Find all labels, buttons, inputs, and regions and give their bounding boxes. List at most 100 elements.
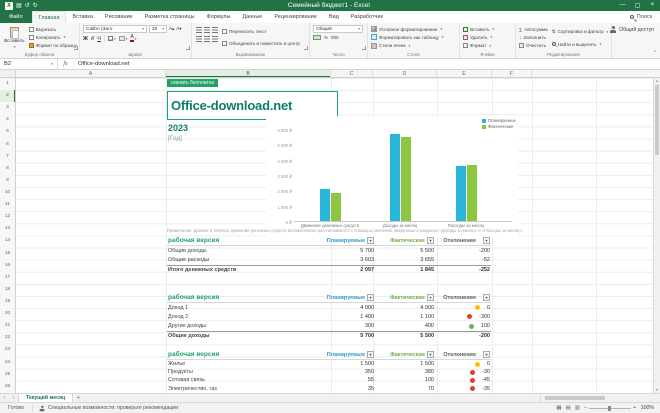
ribbon-tab-Вставка[interactable]: Вставка (66, 11, 98, 23)
row-header-17[interactable]: 17 (0, 272, 15, 284)
align-left-icon[interactable] (196, 35, 202, 42)
hscroll-thumb[interactable] (545, 396, 605, 400)
page-layout-view-icon[interactable]: ▤ (566, 405, 571, 411)
row-header-11[interactable]: 11 (0, 199, 15, 211)
increase-font-icon[interactable]: А▴ (169, 25, 174, 33)
ribbon-tab-Рецензирование[interactable]: Рецензирование (268, 11, 322, 23)
sheet-tab-current-month[interactable]: Текущий месяц (18, 394, 74, 402)
table-row[interactable]: Продукты 350 380 -30 (167, 368, 491, 376)
horizontal-scrollbar[interactable] (540, 394, 660, 402)
row-header-10[interactable]: 10 (0, 187, 15, 199)
close-button[interactable]: × (645, 2, 660, 9)
font-name-select[interactable]: Calibri (Заго ▾ (83, 25, 147, 33)
column-header-C[interactable]: C (331, 70, 373, 77)
font-color-button[interactable]: А ▾ (130, 35, 137, 42)
align-right-icon[interactable] (212, 35, 218, 42)
cell-styles-button[interactable]: Стили ячеек ▾ (371, 42, 457, 49)
conditional-formatting-button[interactable]: Условное форматирование ▾ (371, 26, 457, 33)
merge-center-button[interactable]: Объединить и поместить в центре▾ (222, 41, 300, 47)
ribbon-tab-Разработчик[interactable]: Разработчик (345, 11, 389, 23)
insert-cells-button[interactable]: Вставить ▾ (463, 26, 513, 32)
fill-button[interactable]: ↓ Заполнить (519, 35, 548, 40)
filter-dropdown-icon[interactable]: ▾ (427, 237, 434, 244)
row-header-22[interactable]: 22 (0, 332, 15, 344)
row-header-2[interactable]: 2 (0, 90, 15, 103)
table-row[interactable]: Общие доходы 5 700 5 500 -200 (167, 246, 491, 256)
row-header-18[interactable]: 18 (0, 284, 15, 296)
scroll-down-icon[interactable]: ▼ (654, 387, 660, 393)
select-all-corner[interactable] (0, 70, 16, 77)
row-header-4[interactable]: 4 (0, 114, 15, 126)
decrease-font-icon[interactable]: А▾ (176, 25, 181, 33)
row-header-21[interactable]: 21 (0, 320, 15, 332)
row-header-1[interactable]: 1 (0, 78, 15, 90)
borders-button[interactable]: ▾ (107, 36, 116, 41)
zoom-in-icon[interactable]: + (633, 405, 636, 411)
budget-chart[interactable]: Планируемые Фактические 6 000 ₽ 5 000 ₽ 4 0… (266, 116, 518, 238)
sheet-nav-left-icon[interactable]: ‹ (0, 394, 9, 402)
dialog-launcher-icon[interactable] (74, 46, 78, 50)
italic-button[interactable]: К (91, 36, 94, 42)
zoom-slider[interactable]: − + (584, 405, 636, 411)
zoom-out-icon[interactable]: − (584, 405, 587, 411)
fill-color-button[interactable]: ▾ (118, 36, 127, 41)
wrap-text-button[interactable]: Переносить текст (222, 28, 300, 34)
row-header-9[interactable]: 9 (0, 175, 15, 187)
add-sheet-button[interactable]: + (73, 394, 83, 402)
autosum-button[interactable]: ∑ Автосумма (519, 27, 548, 32)
format-as-table-button[interactable]: Форматировать как таблицу ▾ (371, 34, 457, 41)
align-center-icon[interactable] (204, 35, 210, 42)
row-header-25[interactable]: 25 (0, 369, 15, 381)
formula-input[interactable]: Office-download.net (74, 61, 660, 67)
column-header-D[interactable]: D (373, 70, 437, 77)
ribbon-tab-Разметка страницы[interactable]: Разметка страницы (139, 11, 201, 23)
table-row[interactable]: Сотовая связь 55 100 -45 (167, 376, 491, 384)
save-icon[interactable]: ▤ (16, 2, 22, 9)
table-row[interactable]: Электричество, газ 35 70 -35 (167, 385, 491, 393)
year-placeholder-cell[interactable]: [Год] (168, 135, 182, 142)
ribbon-tab-Рисование[interactable]: Рисование (99, 11, 139, 23)
zoom-knob[interactable] (607, 405, 611, 411)
file-tab[interactable]: Файл (0, 11, 32, 23)
filter-dropdown-icon[interactable]: ▾ (483, 237, 490, 244)
format-painter-button[interactable]: Формат по образцу (28, 43, 77, 49)
ribbon-tab-Вид[interactable]: Вид (323, 11, 345, 23)
filter-dropdown-icon[interactable]: ▾ (367, 294, 374, 301)
filter-dropdown-icon[interactable]: ▾ (367, 237, 374, 244)
spreadsheet-grid[interactable]: 1 2 3 4 5 6 7 8 9 10 11 12 13 14 15 16 17 18 19 20 21 22 23 24 2… (0, 78, 660, 393)
dialog-launcher-icon[interactable] (362, 46, 366, 50)
page-break-view-icon[interactable]: ▥ (575, 405, 580, 411)
filter-dropdown-icon[interactable]: ▾ (427, 351, 434, 358)
scrollbar-thumb[interactable] (655, 85, 659, 155)
table-row[interactable]: Общие доходы 5 700 5 500 -200 (167, 330, 491, 340)
maximize-button[interactable]: ▢ (630, 2, 645, 9)
row-header-3[interactable]: 3 (0, 102, 15, 114)
ribbon-tab-Данные[interactable]: Данные (236, 11, 268, 23)
redo-icon[interactable]: ↻ (33, 2, 38, 9)
row-header-8[interactable]: 8 (0, 163, 15, 175)
ribbon-tab-Главная[interactable]: Главная (31, 11, 67, 23)
table-row[interactable]: Доход 2 1 400 1 100 -300 (167, 312, 491, 321)
column-header-A[interactable]: A (16, 70, 166, 77)
format-cells-button[interactable]: Формат ▾ (463, 43, 513, 49)
font-size-select[interactable]: 20 ▾ (149, 25, 167, 33)
filter-dropdown-icon[interactable]: ▾ (483, 294, 490, 301)
filter-dropdown-icon[interactable]: ▾ (483, 351, 490, 358)
row-header-20[interactable]: 20 (0, 308, 15, 320)
number-format-select[interactable]: Общий ▾ (313, 25, 363, 33)
currency-format-icon[interactable] (313, 35, 321, 40)
search-box[interactable]: Поиск (629, 14, 652, 20)
percent-format-icon[interactable]: % (324, 35, 328, 40)
year-cell[interactable]: 2023 (168, 123, 188, 133)
insert-function-icon[interactable]: fx (58, 61, 74, 67)
table-row[interactable]: Жилье 1 500 1 500 0 (167, 360, 491, 368)
ribbon-tab-Формулы[interactable]: Формулы (201, 11, 237, 23)
accessibility-status[interactable]: Специальные возможности: проверьте реком… (32, 404, 178, 412)
table-row[interactable]: Другие доходы 300 400 100 (167, 322, 491, 331)
comma-format-icon[interactable]: 000 (331, 35, 339, 40)
cut-button[interactable]: Вырезать (28, 26, 77, 32)
share-button[interactable]: Общий доступ (610, 26, 654, 33)
clear-button[interactable]: Очистить (519, 43, 548, 49)
delete-cells-button[interactable]: Удалить ▾ (463, 34, 513, 40)
table-row[interactable]: Итого денежных средств 2 097 1 845 -252 (167, 265, 491, 275)
